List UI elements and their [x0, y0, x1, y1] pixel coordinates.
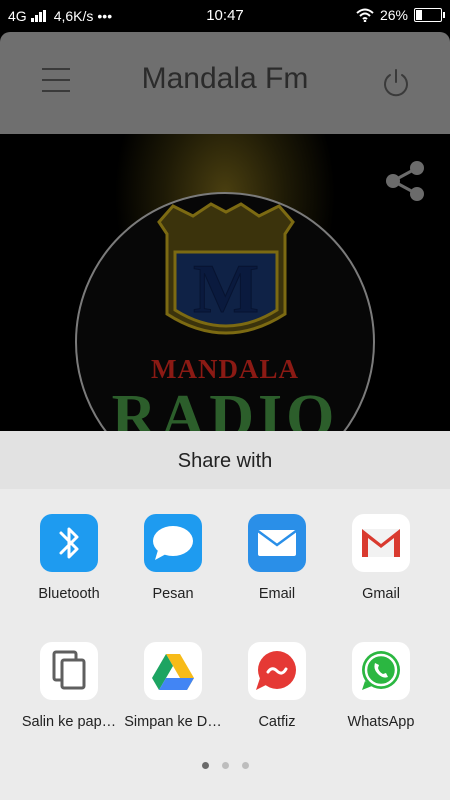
status-bar: 4G 4,6K/s ••• 10:47 26% [0, 0, 450, 32]
logo-brand-text: MANDALA [151, 354, 299, 384]
page-indicator [0, 762, 450, 769]
power-icon[interactable] [380, 67, 412, 99]
screen: 4G 4,6K/s ••• 10:47 26% Mandala Fm M MAN… [0, 0, 450, 800]
station-logo: M MANDALA RADIO [75, 192, 375, 434]
battery-percent: 26% [379, 7, 408, 23]
player-area: M MANDALA RADIO [0, 134, 450, 434]
share-icon[interactable] [383, 159, 427, 203]
share-target-label: Pesan [152, 586, 194, 602]
share-target-label: Gmail [362, 586, 400, 602]
share-target-pesan[interactable]: Pesan [121, 514, 225, 624]
share-sheet: Share with Bluetooth Pesan Email Gmail S… [0, 431, 450, 800]
page-dot[interactable] [241, 762, 249, 769]
share-target-google-drive[interactable]: Simpan ke D… [121, 642, 225, 752]
whatsapp-icon [352, 642, 410, 700]
share-target-label: Bluetooth [38, 586, 100, 602]
app-header: Mandala Fm [0, 32, 450, 134]
wifi-icon [356, 8, 374, 22]
share-target-label: Email [258, 586, 296, 602]
logo-monogram: M [193, 251, 259, 328]
logo-radio-text: RADIO [111, 383, 339, 434]
share-target-whatsapp[interactable]: WhatsApp [329, 642, 433, 752]
share-target-label: WhatsApp [347, 714, 415, 730]
email-icon [248, 514, 306, 572]
share-sheet-title: Share with [177, 450, 273, 472]
status-right: 26% [356, 7, 445, 23]
shield-logo-icon: M [157, 202, 295, 335]
share-target-catfiz[interactable]: Catfiz [225, 642, 329, 752]
share-target-label: Simpan ke D… [124, 714, 222, 730]
google-drive-icon [144, 642, 202, 700]
share-target-gmail[interactable]: Gmail [329, 514, 433, 624]
page-dot-active[interactable] [201, 762, 209, 769]
messages-icon [144, 514, 202, 572]
battery-icon [414, 8, 445, 22]
bluetooth-icon [40, 514, 98, 572]
share-sheet-header: Share with [0, 431, 450, 489]
copy-icon [40, 642, 98, 700]
share-target-copy-clipboard[interactable]: Salin ke pap… [17, 642, 121, 752]
share-target-email[interactable]: Email [225, 514, 329, 624]
page-dot[interactable] [221, 762, 229, 769]
gmail-icon [352, 514, 410, 572]
catfiz-icon [248, 642, 306, 700]
share-target-label: Salin ke pap… [21, 714, 117, 730]
share-target-bluetooth[interactable]: Bluetooth [17, 514, 121, 624]
share-target-label: Catfiz [258, 714, 296, 730]
